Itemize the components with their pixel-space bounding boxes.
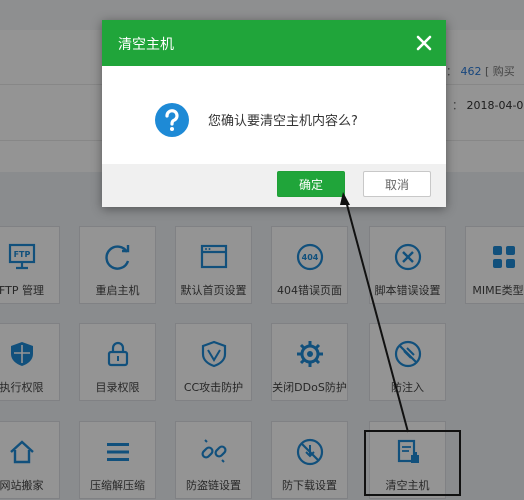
dialog-header: 清空主机	[102, 20, 446, 66]
question-icon	[154, 102, 190, 138]
clear-host-dialog: 清空主机 您确认要清空主机内容么? 确定 取消	[102, 20, 446, 207]
dialog-footer: 确定 取消	[102, 164, 446, 207]
dialog-title: 清空主机	[118, 37, 174, 53]
cancel-button[interactable]: 取消	[363, 171, 431, 197]
close-icon[interactable]	[414, 33, 434, 53]
confirm-button[interactable]: 确定	[277, 171, 345, 197]
dialog-message: 您确认要清空主机内容么?	[208, 114, 358, 129]
